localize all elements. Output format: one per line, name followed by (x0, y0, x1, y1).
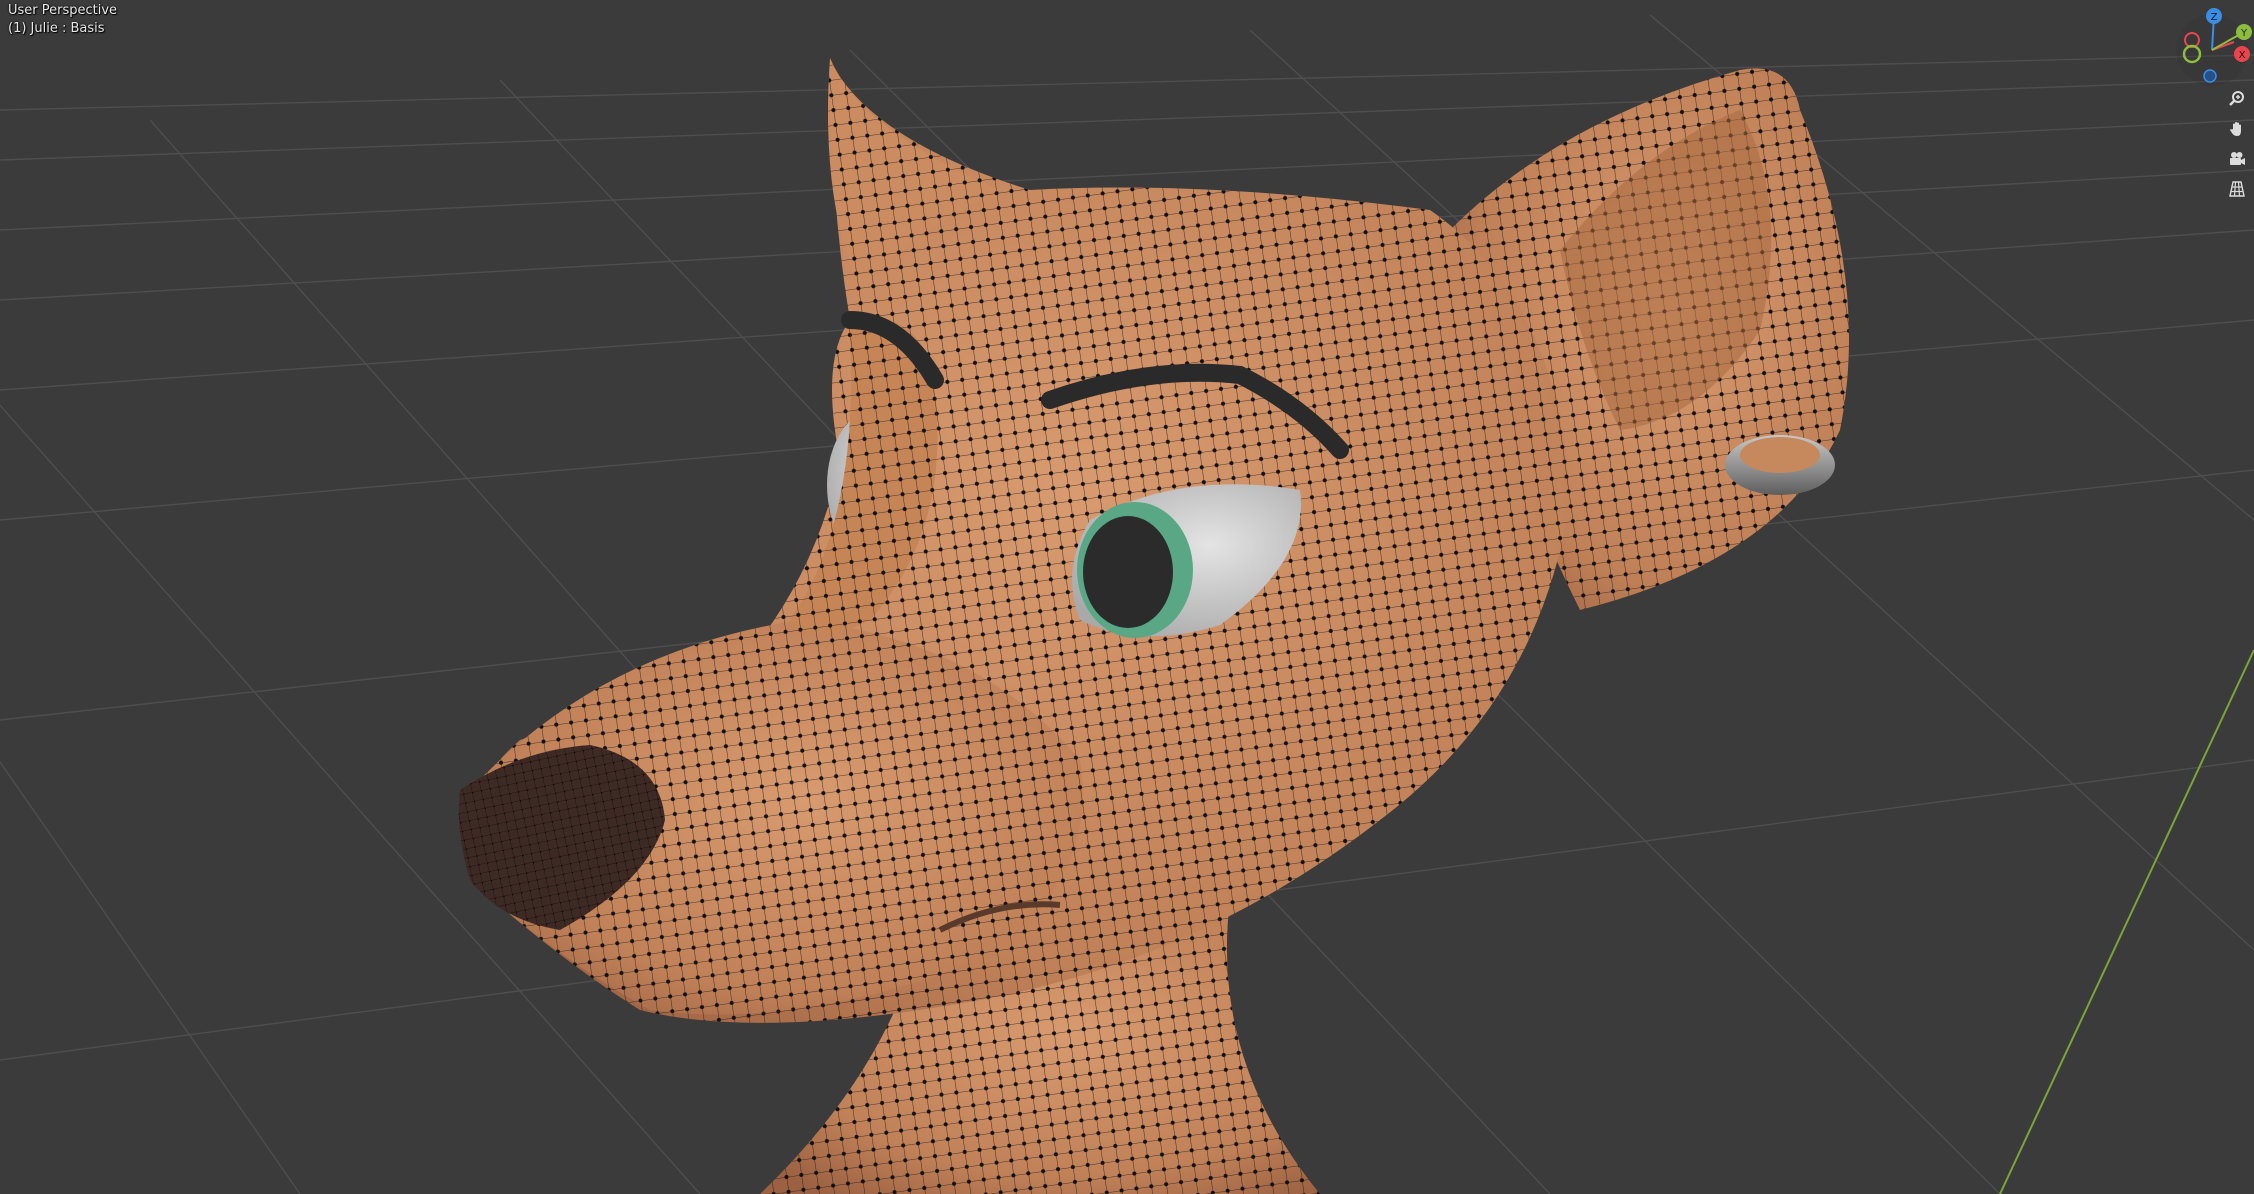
axis-x-label: X (2239, 50, 2246, 61)
camera-icon (2230, 152, 2245, 165)
object-info: (1) Julie : Basis (8, 21, 105, 36)
axis-z-icon[interactable]: Z (2206, 8, 2222, 24)
axis-z-label: Z (2211, 12, 2218, 23)
axis-x-icon[interactable]: X (2234, 46, 2250, 62)
perspective-toggle-button[interactable] (2224, 176, 2250, 202)
axis-y-icon[interactable]: Y (2236, 24, 2252, 40)
camera-view-button[interactable] (2224, 146, 2250, 172)
view-name: User Perspective (8, 3, 118, 18)
magnifier-icon (2229, 91, 2244, 106)
y-axis-line (1999, 649, 2254, 1194)
axis-neg-z-icon[interactable] (2203, 69, 2217, 83)
pan-button[interactable] (2224, 116, 2250, 142)
grid-icon (2229, 181, 2245, 197)
hand-icon (2230, 122, 2241, 136)
navigation-gizmo[interactable]: Z Y X (2170, 4, 2254, 86)
zoom-button[interactable] (2224, 86, 2250, 112)
axis-y-label: Y (2240, 28, 2248, 39)
earring (1725, 435, 1835, 495)
3d-viewport[interactable]: User Perspective (1) Julie : Basis Z Y X (0, 0, 2254, 1194)
scene-canvas[interactable] (0, 0, 2254, 1194)
